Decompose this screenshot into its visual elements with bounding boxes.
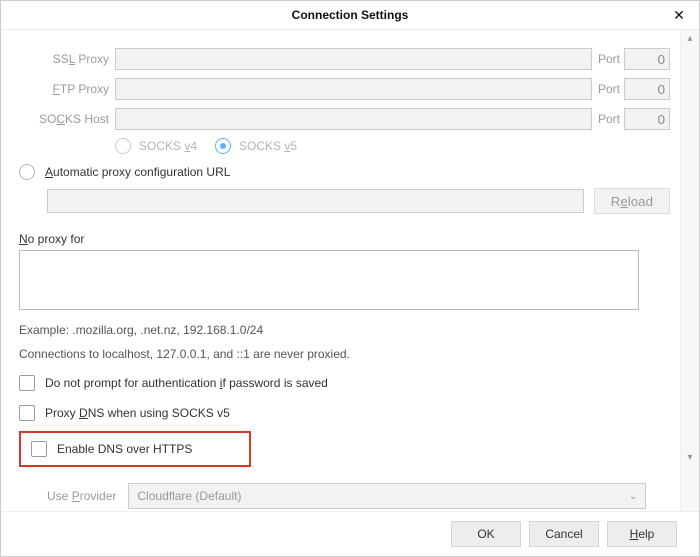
content-area: SSL Proxy Port FTP Proxy Port SOCKS Host… — [1, 30, 680, 511]
provider-select[interactable]: Cloudflare (Default) ⌄ — [128, 483, 646, 509]
scroll-up-icon[interactable]: ▴ — [683, 32, 697, 46]
dialog-body: SSL Proxy Port FTP Proxy Port SOCKS Host… — [1, 30, 699, 511]
dialog-title: Connection Settings — [292, 8, 409, 22]
socks-host-input[interactable] — [115, 108, 592, 130]
help-button[interactable]: Help — [607, 521, 677, 547]
ssl-proxy-row: SSL Proxy Port — [19, 48, 670, 70]
proxy-dns-row: Proxy DNS when using SOCKS v5 — [19, 405, 670, 421]
enable-doh-row: Enable DNS over HTTPS — [31, 441, 239, 457]
radio-icon — [19, 164, 35, 180]
no-prompt-auth-checkbox[interactable] — [19, 375, 35, 391]
ftp-proxy-row: FTP Proxy Port — [19, 78, 670, 100]
titlebar: Connection Settings ✕ — [1, 1, 699, 30]
ssl-proxy-host-input[interactable] — [115, 48, 592, 70]
no-prompt-auth-label: Do not prompt for authentication if pass… — [45, 376, 328, 390]
socks-v5-label: SOCKS v5 — [239, 139, 297, 153]
ftp-proxy-port-input[interactable] — [624, 78, 670, 100]
ssl-proxy-port-input[interactable] — [624, 48, 670, 70]
ssl-proxy-label: SSL Proxy — [19, 52, 115, 66]
auto-config-label: Automatic proxy configuration URL — [45, 165, 230, 179]
ftp-port-label: Port — [598, 82, 620, 96]
ok-button[interactable]: OK — [451, 521, 521, 547]
enable-doh-label: Enable DNS over HTTPS — [57, 442, 192, 456]
socks-host-row: SOCKS Host Port — [19, 108, 670, 130]
enable-doh-checkbox[interactable] — [31, 441, 47, 457]
reload-button[interactable]: Reload — [594, 188, 670, 214]
no-proxy-never: Connections to localhost, 127.0.0.1, and… — [19, 347, 670, 361]
connection-settings-dialog: Connection Settings ✕ SSL Proxy Port FTP… — [0, 0, 700, 557]
no-proxy-label: No proxy for — [19, 232, 670, 246]
provider-value: Cloudflare (Default) — [137, 489, 241, 503]
socks-v4-label: SOCKS v4 — [139, 139, 197, 153]
no-proxy-textarea[interactable] — [19, 250, 639, 310]
auto-config-radio[interactable]: Automatic proxy configuration URL — [19, 164, 670, 180]
socks-port-input[interactable] — [624, 108, 670, 130]
dialog-footer: OK Cancel Help — [1, 511, 699, 556]
radio-icon — [215, 138, 231, 154]
proxy-dns-label: Proxy DNS when using SOCKS v5 — [45, 406, 230, 420]
ssl-port-label: Port — [598, 52, 620, 66]
socks-v5-radio[interactable]: SOCKS v5 — [215, 138, 297, 154]
socks-v4-radio[interactable]: SOCKS v4 — [115, 138, 197, 154]
ftp-proxy-host-input[interactable] — [115, 78, 592, 100]
auto-config-url-input[interactable] — [47, 189, 584, 213]
provider-row: Use Provider Cloudflare (Default) ⌄ — [19, 483, 670, 509]
no-prompt-auth-row: Do not prompt for authentication if pass… — [19, 375, 670, 391]
scroll-down-icon[interactable]: ▾ — [683, 451, 697, 465]
provider-label: Use Provider — [47, 489, 116, 503]
ftp-proxy-label: FTP Proxy — [19, 82, 115, 96]
socks-version-row: SOCKS v4 SOCKS v5 — [19, 138, 670, 154]
close-icon[interactable]: ✕ — [665, 1, 693, 29]
chevron-down-icon: ⌄ — [629, 491, 637, 502]
enable-doh-highlight: Enable DNS over HTTPS — [19, 431, 251, 467]
no-proxy-example: Example: .mozilla.org, .net.nz, 192.168.… — [19, 323, 670, 337]
socks-port-label: Port — [598, 112, 620, 126]
radio-icon — [115, 138, 131, 154]
cancel-button[interactable]: Cancel — [529, 521, 599, 547]
socks-host-label: SOCKS Host — [19, 112, 115, 126]
auto-config-url-row: Reload — [19, 188, 670, 214]
vertical-scrollbar[interactable]: ▴ ▾ — [680, 30, 699, 511]
proxy-dns-checkbox[interactable] — [19, 405, 35, 421]
